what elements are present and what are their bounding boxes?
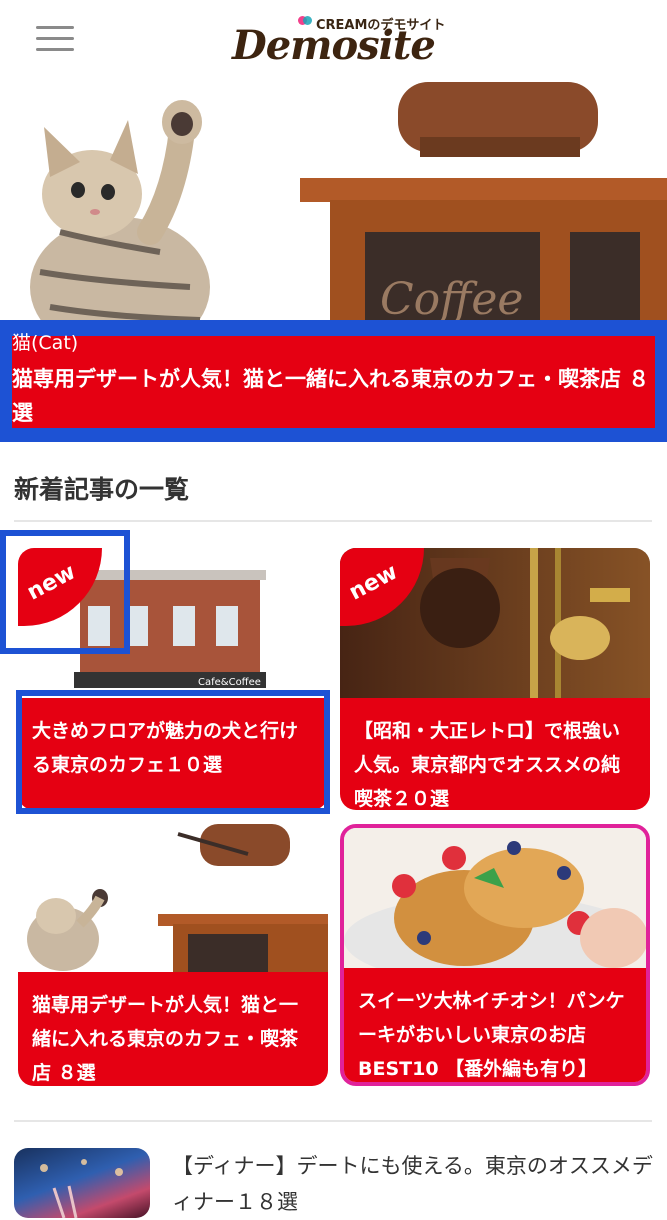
logo-text: Demosite (232, 22, 436, 69)
new-badge: new (340, 548, 424, 626)
list-item-image (40, 1159, 123, 1218)
card-title[interactable]: スイーツ大林イチオシ！パンケーキがおいしい東京のお店BEST10 【番外編も有り… (358, 984, 632, 1082)
list-divider (14, 1120, 652, 1122)
menu-icon[interactable] (36, 24, 74, 54)
card-title[interactable]: 猫専用デザートが人気！猫と一緒に入れる東京のカフェ・喫茶店 ８選 (32, 988, 314, 1086)
new-badge: new (18, 548, 102, 626)
site-logo[interactable]: CREAMのデモサイト Demosite (232, 10, 452, 72)
section-divider (14, 520, 652, 522)
svg-text:Cafe&Coffee: Cafe&Coffee (198, 677, 261, 688)
list-item-thumbnail[interactable] (14, 1148, 150, 1218)
hero-title[interactable]: 猫専用デザートが人気！猫と一緒に入れる東京のカフェ・喫茶店 ８選 (12, 362, 652, 430)
article-card[interactable]: Cafe&Coffee 大きめフロアが魅力の犬と行ける東京のカフェ１０選 new (18, 548, 328, 810)
card-label: 猫専用デザートが人気！猫と一緒に入れる東京のカフェ・喫茶店 ８選 (18, 972, 328, 1086)
section-title: 新着記事の一覧 (14, 475, 190, 504)
hero-image: Coffee (30, 82, 667, 342)
article-card[interactable]: スイーツ大林イチオシ！パンケーキがおいしい東京のお店BEST10 【番外編も有り… (340, 824, 650, 1086)
card-image (344, 828, 646, 978)
card-label: 大きめフロアが魅力の犬と行ける東京のカフェ１０選 (18, 698, 328, 810)
card-title[interactable]: 【昭和・大正レトロ】で根強い人気。東京都内でオススメの純喫茶２０選 (354, 714, 636, 810)
card-label: スイーツ大林イチオシ！パンケーキがおいしい東京のお店BEST10 【番外編も有り… (344, 968, 646, 1082)
article-card[interactable]: 猫専用デザートが人気！猫と一緒に入れる東京のカフェ・喫茶店 ８選 (18, 824, 328, 1086)
card-image (18, 824, 328, 974)
card-label: 【昭和・大正レトロ】で根強い人気。東京都内でオススメの純喫茶２０選 (340, 698, 650, 810)
card-title[interactable]: 大きめフロアが魅力の犬と行ける東京のカフェ１０選 (32, 714, 314, 782)
article-card[interactable]: 【昭和・大正レトロ】で根強い人気。東京都内でオススメの純喫茶２０選 new (340, 548, 650, 810)
list-item-title[interactable]: 【ディナー】デートにも使える。東京のオススメディナー１８選 (172, 1148, 657, 1220)
hero-article[interactable]: Coffee 猫(Cat) 猫専用デザートが人気！猫と一緒に入れる東京のカフェ・… (0, 82, 667, 442)
svg-text:Coffee: Coffee (380, 274, 523, 325)
hero-category[interactable]: 猫(Cat) (12, 328, 78, 355)
site-header: CREAMのデモサイト Demosite (0, 0, 667, 82)
